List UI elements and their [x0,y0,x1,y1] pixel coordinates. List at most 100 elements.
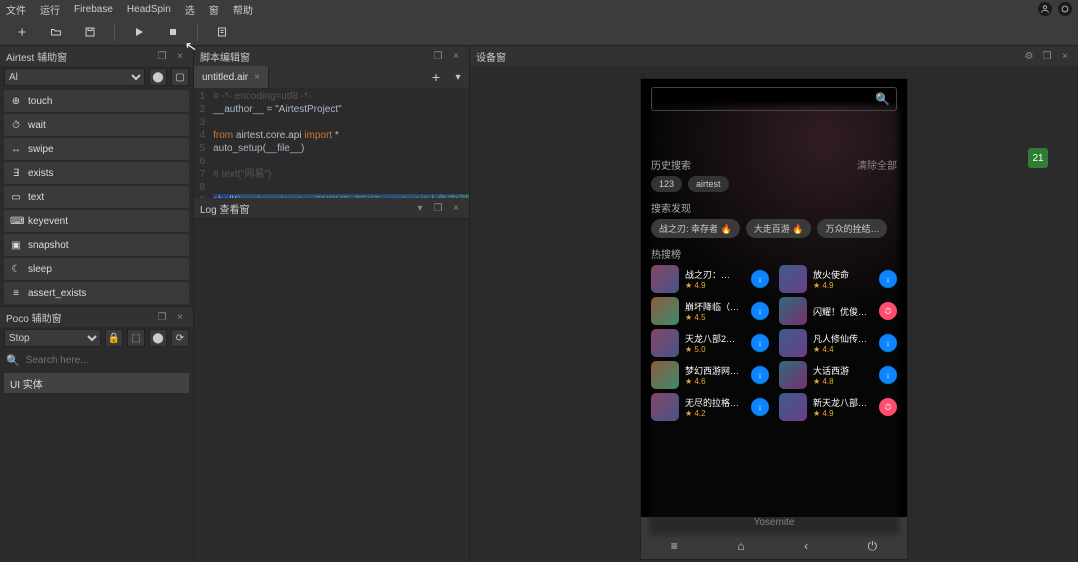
float-icon[interactable]: ❐ [431,201,445,215]
power-softkey[interactable]: ⏻ [868,539,878,554]
poco-lock-button[interactable]: 🔒 [105,329,123,347]
app-item[interactable]: 新天龙八部…★ 4.9⏱ [779,393,897,421]
editor-panel-header: 脚本编辑窗 ❐ × [194,46,469,66]
history-chip[interactable]: 123 [651,176,682,192]
device-area: 21 🔍 历史搜索清除全部 123 airtest 搜索发现 [470,66,1078,562]
float-icon[interactable]: ❐ [1040,49,1054,63]
menu-headspin[interactable]: HeadSpin [127,4,171,15]
capture-button[interactable]: ▢ [171,68,189,86]
device-screen[interactable]: 🔍 历史搜索清除全部 123 airtest 搜索发现 战之刃: 幸存者 🔥 大… [640,78,908,560]
stop-button[interactable] [159,22,187,42]
close-icon[interactable]: × [449,49,463,63]
clear-history-link[interactable]: 清除全部 [857,157,897,172]
app-icon [651,393,679,421]
close-icon[interactable]: × [173,49,187,63]
poco-inspect-button[interactable]: ⬚ [127,329,145,347]
app-item[interactable]: 梦幻西游网…★ 4.6↓ [651,361,769,389]
action-exists[interactable]: ∃exists [4,162,189,184]
filter-icon[interactable]: ▾ [413,201,427,215]
action-snapshot[interactable]: ▣snapshot [4,234,189,256]
touch-icon: ⊕ [10,96,22,107]
app-item[interactable]: 大话西游★ 4.8↓ [779,361,897,389]
poco-search-input[interactable] [26,355,187,366]
app-icon [651,297,679,325]
editor-tab[interactable]: untitled.air × [194,66,269,88]
tab-add-button[interactable]: + [425,69,447,85]
download-button[interactable]: ↓ [879,366,897,384]
menu-softkey[interactable]: ≡ [671,539,678,553]
code-editor[interactable]: 1 2 3 4 5 6 7 8 9 10 # -*- encoding=utf8… [194,88,469,198]
app-item[interactable]: 闪耀！优俊…⏱ [779,297,897,325]
app-item[interactable]: 天龙八部2…★ 5.0↓ [651,329,769,357]
download-button[interactable]: ↓ [751,302,769,320]
menu-run[interactable]: 运行 [40,2,60,17]
report-button[interactable] [208,22,236,42]
app-item[interactable]: 崩坏降临（…★ 4.5↓ [651,297,769,325]
wait-icon: ⏱ [10,120,22,131]
record-button[interactable]: ⬤ [149,68,167,86]
poco-refresh-button[interactable]: ⟳ [171,329,189,347]
close-icon[interactable]: × [449,201,463,215]
pending-button[interactable]: ⏱ [879,398,897,416]
menu-help[interactable]: 帮助 [233,2,253,17]
app-item[interactable]: 战之刃：…★ 4.9↓ [651,265,769,293]
action-sleep[interactable]: ☾sleep [4,258,189,280]
pending-button[interactable]: ⏱ [879,302,897,320]
action-swipe[interactable]: ↔swipe [4,138,189,160]
save-button[interactable] [76,22,104,42]
poco-panel: Poco 辅助窗 ❐ × Stop 🔒 ⬚ ⬤ ⟳ 🔍 UI 实体 [0,306,193,395]
back-softkey[interactable]: ‹ [804,539,808,553]
action-assert-exists[interactable]: ≡assert_exists [4,282,189,304]
tab-close-icon[interactable]: × [254,72,260,83]
close-icon[interactable]: × [173,310,187,324]
new-button[interactable] [8,22,36,42]
menu-firebase[interactable]: Firebase [74,4,113,15]
sleep-icon: ☾ [10,264,22,275]
app-icon [651,265,679,293]
poco-tree-root[interactable]: UI 实体 [4,373,189,393]
device-settings-icon[interactable]: ⚙ [1022,49,1036,63]
airtest-mode-select[interactable]: Al [4,68,145,86]
app-icon [779,393,807,421]
device-softkeys: ≡ ⌂ ‹ ⏻ [641,533,907,559]
history-chip[interactable]: airtest [688,176,729,192]
menu-file[interactable]: 文件 [6,2,26,17]
download-button[interactable]: ↓ [879,270,897,288]
action-keyevent[interactable]: ⌨keyevent [4,210,189,232]
close-icon[interactable]: × [1058,49,1072,63]
menu-window[interactable]: 窗 [209,2,219,17]
discover-chip[interactable]: 战之刃: 幸存者 🔥 [651,219,740,238]
app-item[interactable]: 放火使命★ 4.9↓ [779,265,897,293]
float-icon[interactable]: ❐ [431,49,445,63]
line-gutter: 1 2 3 4 5 6 7 8 9 10 [194,88,209,198]
poco-record-button[interactable]: ⬤ [149,329,167,347]
tab-menu-button[interactable]: ▾ [447,72,469,83]
action-wait[interactable]: ⏱wait [4,114,189,136]
download-button[interactable]: ↓ [751,398,769,416]
run-button[interactable] [125,22,153,42]
home-softkey[interactable]: ⌂ [737,539,744,553]
left-column: Airtest 辅助窗 ❐ × Al ⬤ ▢ ⊕touch ⏱wait ↔swi… [0,46,194,562]
app-item[interactable]: 无尽的拉格…★ 4.2↓ [651,393,769,421]
settings-icon[interactable] [1058,2,1072,16]
history-title: 历史搜索 [651,157,691,172]
download-button[interactable]: ↓ [751,334,769,352]
action-text[interactable]: ▭text [4,186,189,208]
app-icon [779,265,807,293]
app-item[interactable]: 凡人修仙传…★ 4.4↓ [779,329,897,357]
panel-title: Poco 辅助窗 [6,310,62,325]
float-icon[interactable]: ❐ [155,310,169,324]
download-button[interactable]: ↓ [751,366,769,384]
poco-mode-select[interactable]: Stop [4,329,101,347]
open-button[interactable] [42,22,70,42]
action-touch[interactable]: ⊕touch [4,90,189,112]
discover-chip[interactable]: 大走百游 🔥 [746,219,812,238]
menu-options[interactable]: 选 [185,2,195,17]
download-button[interactable]: ↓ [751,270,769,288]
poco-panel-header: Poco 辅助窗 ❐ × [0,307,193,327]
discover-chip[interactable]: 万众的拴结… [817,219,887,238]
float-icon[interactable]: ❐ [155,49,169,63]
user-icon[interactable] [1038,2,1052,16]
device-search-bar[interactable]: 🔍 [651,87,897,111]
download-button[interactable]: ↓ [879,334,897,352]
